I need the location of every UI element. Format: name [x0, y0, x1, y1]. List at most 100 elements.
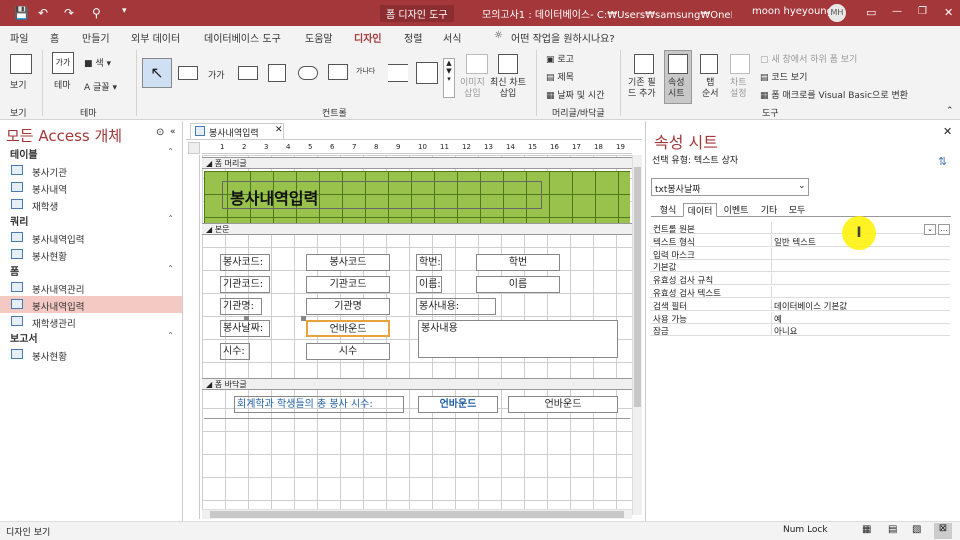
- tab-external-data[interactable]: 외부 데이터: [131, 30, 180, 45]
- gallery-scroll[interactable]: ▲ ▼ ▾: [443, 58, 455, 98]
- move-handle[interactable]: [301, 316, 306, 321]
- nav-item[interactable]: 재학생: [0, 196, 182, 213]
- collapse-section-icon[interactable]: ⌃: [167, 147, 174, 156]
- nav-item[interactable]: 봉사내역입력: [0, 229, 182, 246]
- minimize-button[interactable]: —: [892, 6, 902, 17]
- collapse-section-icon[interactable]: ⌃: [167, 331, 174, 340]
- property-row[interactable]: 컨트롤 원본: [650, 222, 950, 235]
- collapse-section-icon[interactable]: ⌃: [167, 264, 174, 273]
- label-control-icon[interactable]: 가가: [208, 68, 225, 81]
- property-sheet-label[interactable]: 속성 시트: [668, 78, 685, 100]
- nav-collapse-icon[interactable]: «: [170, 127, 176, 137]
- nav-item[interactable]: 봉사현황: [0, 346, 182, 363]
- theme-icon[interactable]: 가가: [52, 52, 74, 74]
- button-control-icon[interactable]: [238, 66, 258, 80]
- chart-settings-label[interactable]: 차트 설정: [730, 78, 747, 100]
- tab-order-label[interactable]: 탭 순서: [702, 78, 719, 100]
- footer-total-hours-label[interactable]: 회계학과 학생들의 총 봉사 시수:: [234, 396, 404, 413]
- property-row[interactable]: 기본값: [650, 260, 950, 273]
- form-footer-bar[interactable]: ◢ 폼 바닥글: [202, 378, 632, 390]
- collapse-ribbon-icon[interactable]: ⌃: [946, 106, 954, 116]
- horizontal-scroll-thumb[interactable]: [210, 511, 624, 518]
- textbox-service-date[interactable]: 언바운드: [306, 320, 390, 337]
- footer-unbound-field-1[interactable]: 언바운드: [418, 396, 498, 413]
- builder-button[interactable]: …: [938, 224, 950, 235]
- label-org-name[interactable]: 기관명:: [220, 298, 262, 315]
- nav-item[interactable]: 봉사기관: [0, 162, 182, 179]
- textbox-name[interactable]: 이름: [476, 276, 560, 293]
- textbox-service-code[interactable]: 봉사코드: [306, 254, 390, 271]
- nav-item[interactable]: 봉사내역: [0, 179, 182, 196]
- datetime-button[interactable]: ▦ 날짜 및 시간: [546, 88, 605, 101]
- label-service-code[interactable]: 봉사코드:: [220, 254, 270, 271]
- nav-item[interactable]: 재학생관리: [0, 313, 182, 330]
- property-row[interactable]: 검색 필터 데이터베이스 기본값: [650, 298, 950, 312]
- property-tab[interactable]: 이벤트: [717, 203, 755, 217]
- document-tab[interactable]: 봉사내역입력 ✕: [190, 123, 284, 139]
- horizontal-scrollbar[interactable]: [202, 509, 632, 519]
- textbox-student-id[interactable]: 학번: [476, 254, 560, 271]
- label-service-date[interactable]: 봉사날짜:: [220, 320, 270, 337]
- view-button-label[interactable]: 보기: [10, 78, 27, 91]
- chart-icon[interactable]: [498, 54, 518, 74]
- property-value[interactable]: 일반 텍스트: [774, 236, 816, 248]
- property-tab[interactable]: 모두: [783, 203, 811, 217]
- tab-home[interactable]: 홈: [50, 30, 59, 45]
- label-hours[interactable]: 시수:: [220, 343, 250, 360]
- property-row[interactable]: 텍스트 형식 일반 텍스트: [650, 234, 950, 248]
- textbox-org-code[interactable]: 기관코드: [306, 276, 390, 293]
- nav-item[interactable]: 봉사현황: [0, 246, 182, 263]
- nav-section[interactable]: 쿼리: [10, 213, 28, 228]
- ribbon-display-icon[interactable]: ▭: [866, 6, 876, 19]
- format-icon[interactable]: ⚲: [92, 6, 101, 20]
- form-selector[interactable]: [188, 142, 200, 154]
- close-property-sheet-icon[interactable]: ✕: [943, 125, 952, 138]
- redo-icon[interactable]: ↷: [64, 6, 74, 20]
- object-selector[interactable]: txt봉사날짜 ⌄: [651, 178, 809, 196]
- form-header-bar[interactable]: ◢ 폼 머리글: [202, 157, 632, 169]
- subform-button[interactable]: ▢ 새 창에서 하위 폼 보기: [760, 52, 857, 65]
- nav-section[interactable]: 테이블: [10, 146, 38, 161]
- add-fields-icon[interactable]: [634, 54, 654, 74]
- property-row[interactable]: 유효성 검사 텍스트: [650, 286, 950, 299]
- view-code-button[interactable]: ▤ 코드 보기: [760, 70, 807, 83]
- chart-insert-label[interactable]: 최신 차트 삽입: [490, 78, 526, 100]
- add-fields-label[interactable]: 기존 필 드 추가: [628, 78, 656, 100]
- property-row[interactable]: 유효성 검사 규칙: [650, 273, 950, 286]
- property-row[interactable]: 잠금 아니요: [650, 324, 950, 337]
- hyperlink-control-icon[interactable]: [298, 66, 318, 80]
- textbox-org-name[interactable]: 기관명: [306, 298, 390, 315]
- tab-file[interactable]: 파일: [10, 30, 28, 45]
- property-tab[interactable]: 데이터: [683, 203, 717, 217]
- view-icon[interactable]: [10, 54, 32, 74]
- textbox-control-icon[interactable]: [178, 66, 198, 80]
- label-org-code[interactable]: 기관코드:: [220, 276, 270, 293]
- design-view-icon[interactable]: ⊠: [934, 523, 952, 539]
- datasheet-view-icon[interactable]: ▧: [912, 524, 921, 535]
- textbox-service-content[interactable]: 봉사내용: [418, 320, 618, 358]
- collapse-section-icon[interactable]: ⌃: [167, 214, 174, 223]
- qat-dropdown-icon[interactable]: ▾: [122, 6, 127, 16]
- list-control-icon[interactable]: [416, 62, 438, 84]
- tab-create[interactable]: 만들기: [82, 30, 110, 45]
- textbox-hours[interactable]: 시수: [306, 343, 390, 360]
- label-name[interactable]: 이름:: [416, 276, 442, 293]
- tell-me-search[interactable]: 어떤 작업을 원하시나요?: [511, 30, 615, 45]
- property-tab[interactable]: 형식: [653, 203, 683, 217]
- property-value[interactable]: 데이터베이스 기본값: [774, 300, 847, 312]
- label-service-content[interactable]: 봉사내용:: [416, 298, 496, 315]
- sort-icon[interactable]: ⇅: [938, 155, 947, 168]
- property-sheet-icon[interactable]: [668, 54, 688, 74]
- chevron-down-icon[interactable]: ⌄: [798, 181, 806, 191]
- tab-format[interactable]: 서식: [443, 30, 461, 45]
- restore-button[interactable]: ❐: [918, 6, 927, 17]
- theme-button-label[interactable]: 테마: [54, 78, 71, 91]
- image-insert-icon[interactable]: [466, 54, 488, 74]
- avatar[interactable]: MH: [828, 4, 846, 22]
- image-insert-label[interactable]: 이미지 삽입: [460, 78, 485, 100]
- option-group-icon[interactable]: [388, 64, 408, 82]
- vertical-scroll-thumb[interactable]: [634, 167, 641, 407]
- move-handle[interactable]: [244, 316, 249, 321]
- tab-help[interactable]: 도움말: [305, 30, 333, 45]
- detail-bar[interactable]: ◢ 본문: [202, 223, 632, 235]
